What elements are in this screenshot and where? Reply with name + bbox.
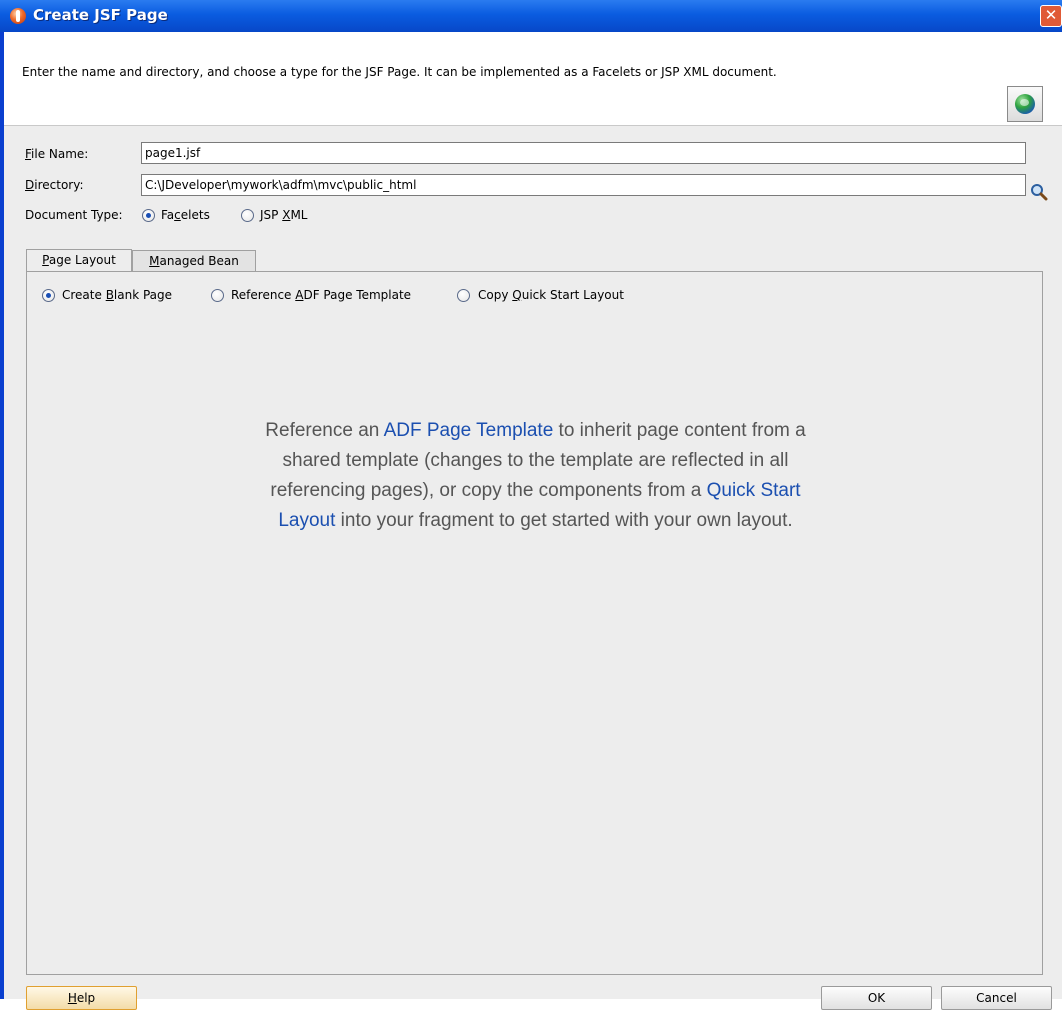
jsp-xml-radio[interactable] [241,209,254,222]
facelets-radio[interactable] [142,209,155,222]
copy-quick-start-layout-radio[interactable] [457,289,470,302]
jsp-xml-radio-label[interactable]: JSP XML [260,208,308,222]
search-icon[interactable] [1030,183,1048,201]
tab-page-layout[interactable]: Page Layout [26,249,132,273]
window-title: Create JSF Page [33,6,168,24]
close-button[interactable]: ✕ [1040,5,1062,27]
reference-adf-page-template-label[interactable]: Reference ADF Page Template [231,288,411,302]
copy-quick-start-layout-label[interactable]: Copy Quick Start Layout [478,288,624,302]
title-bar[interactable]: Create JSF Page ✕ [0,0,1062,32]
help-button[interactable]: Help [26,986,137,1010]
directory-label: Directory: [25,178,84,192]
reference-adf-page-template-radio[interactable] [211,289,224,302]
create-blank-page-label[interactable]: Create Blank Page [62,288,172,302]
dialog-body: Enter the name and directory, and choose… [4,32,1062,1010]
ok-button[interactable]: OK [821,986,932,1010]
header-description: Enter the name and directory, and choose… [22,65,777,79]
cancel-button[interactable]: Cancel [941,986,1052,1010]
oracle-jdeveloper-icon [10,8,26,24]
adf-page-template-link[interactable]: ADF Page Template [384,420,554,441]
document-type-label: Document Type: [25,208,123,222]
directory-input[interactable]: C:\JDeveloper\mywork\adfm\mvc\public_htm… [141,174,1026,196]
dialog-header: Enter the name and directory, and choose… [4,32,1062,126]
layout-info-text: Reference an ADF Page Template to inheri… [265,420,806,531]
page-layout-panel: Create Blank Page Reference ADF Page Tem… [26,271,1043,975]
create-jsf-page-dialog: Create JSF Page ✕ Enter the name and dir… [0,0,1062,1010]
tab-managed-bean[interactable]: Managed Bean [132,250,256,273]
header-image [1007,86,1043,122]
file-name-input[interactable]: page1.jsf [141,142,1026,164]
globe-icon [1015,94,1035,114]
facelets-radio-label[interactable]: Facelets [161,208,210,222]
create-blank-page-radio[interactable] [42,289,55,302]
file-name-label: File Name: [25,147,89,161]
